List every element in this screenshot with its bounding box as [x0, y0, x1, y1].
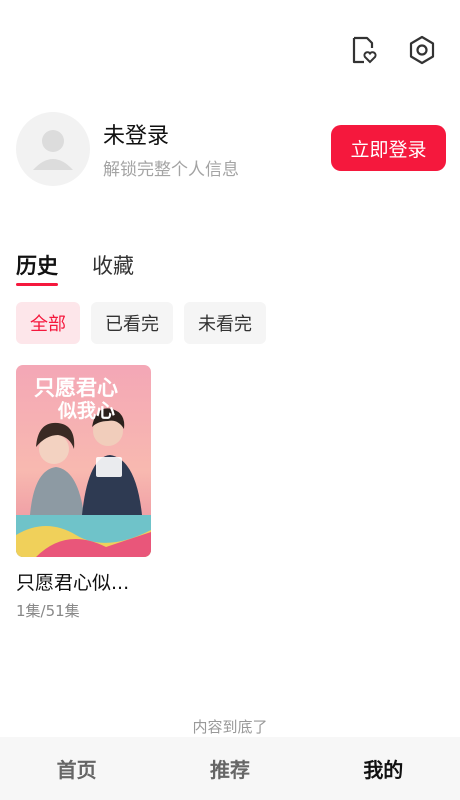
nav-home[interactable]: 首页 — [0, 737, 153, 800]
filter-all[interactable]: 全部 — [16, 302, 80, 344]
filter-chips: 全部 已看完 未看完 — [16, 302, 266, 344]
default-avatar-icon — [33, 130, 73, 170]
drama-poster[interactable]: 只愿君心 似我心 — [16, 365, 151, 557]
poster-title-line2: 似我心 — [57, 400, 115, 422]
drama-episodes: 1集/51集 — [16, 602, 80, 620]
top-toolbar — [348, 34, 438, 66]
poster-title-line1: 只愿君心 — [34, 375, 118, 400]
profile-subtitle: 解锁完整个人信息 — [103, 160, 239, 180]
tab-history[interactable]: 历史 — [16, 250, 58, 286]
profile-name: 未登录 — [103, 124, 170, 149]
favorite-file-icon[interactable] — [348, 34, 380, 66]
end-of-content-text: 内容到底了 — [192, 718, 268, 736]
tab-favorites[interactable]: 收藏 — [92, 250, 134, 286]
avatar[interactable] — [16, 112, 90, 186]
nav-recommend[interactable]: 推荐 — [153, 737, 306, 800]
settings-icon[interactable] — [406, 34, 438, 66]
filter-unwatched[interactable]: 未看完 — [184, 302, 266, 344]
login-button[interactable]: 立即登录 — [331, 125, 446, 171]
profile-section: 未登录 解锁完整个人信息 立即登录 — [16, 112, 446, 186]
bottom-nav: 首页 推荐 我的 — [0, 737, 460, 800]
content-tabs: 历史 收藏 — [16, 250, 134, 286]
drama-title[interactable]: 只愿君心似... — [16, 568, 151, 595]
nav-mine[interactable]: 我的 — [307, 737, 460, 800]
filter-watched[interactable]: 已看完 — [91, 302, 173, 344]
drama-card[interactable]: 只愿君心 似我心 只愿君心似... 1集/51集 — [16, 365, 151, 621]
